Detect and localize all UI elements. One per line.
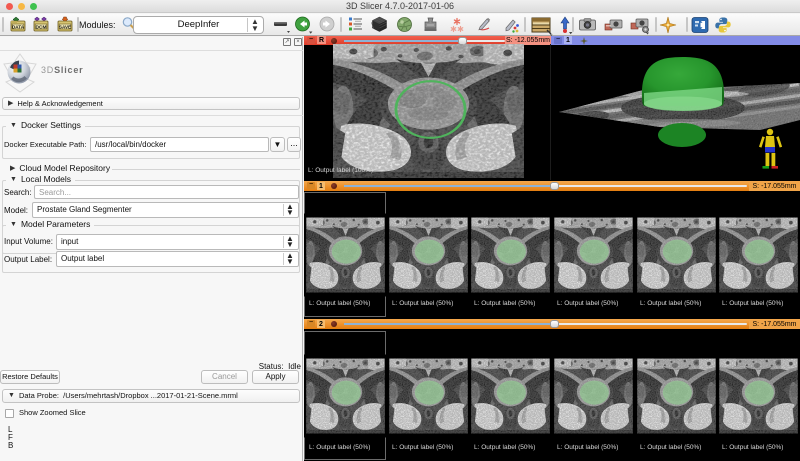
svg-text:DCM: DCM bbox=[36, 24, 47, 30]
svg-text:SAVE: SAVE bbox=[59, 24, 71, 29]
svg-text:DATA: DATA bbox=[12, 24, 25, 29]
